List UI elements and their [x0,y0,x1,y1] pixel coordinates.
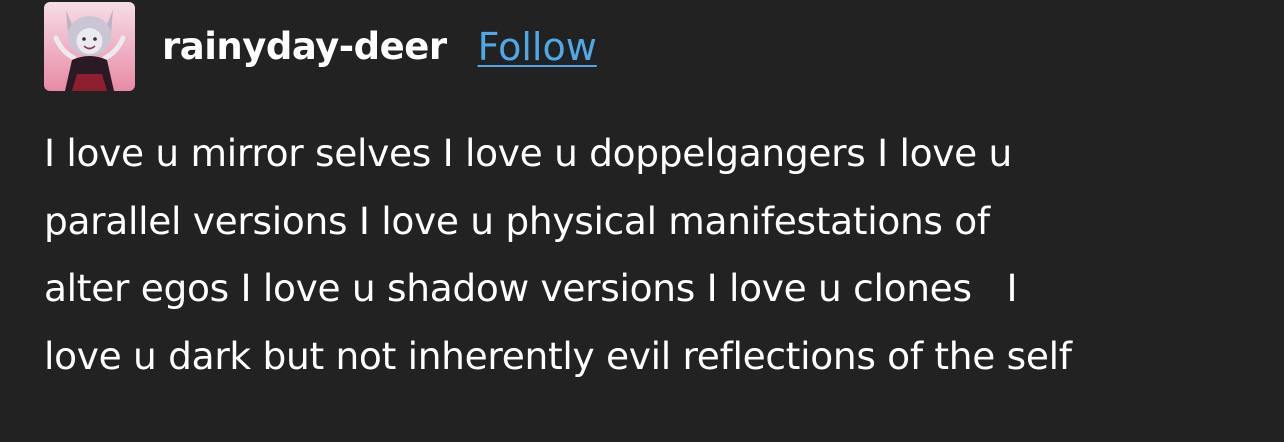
post-header: rainyday-deer Follow [44,2,597,91]
post-body-text: I love u mirror selves I love u doppelga… [44,120,1254,390]
post-text-line: alter egos I love u shadow versions I lo… [44,266,1018,310]
post-text-line: love u dark but not inherently evil refl… [44,333,1072,378]
follow-link[interactable]: Follow [478,25,597,69]
avatar[interactable] [44,2,135,91]
post-card: rainyday-deer Follow I love u mirror sel… [0,0,1284,442]
post-text-line: parallel versions I love u physical mani… [44,198,990,243]
author-username[interactable]: rainyday-deer [162,25,447,68]
post-text-line: I love u mirror selves I love u doppelga… [44,131,1012,175]
